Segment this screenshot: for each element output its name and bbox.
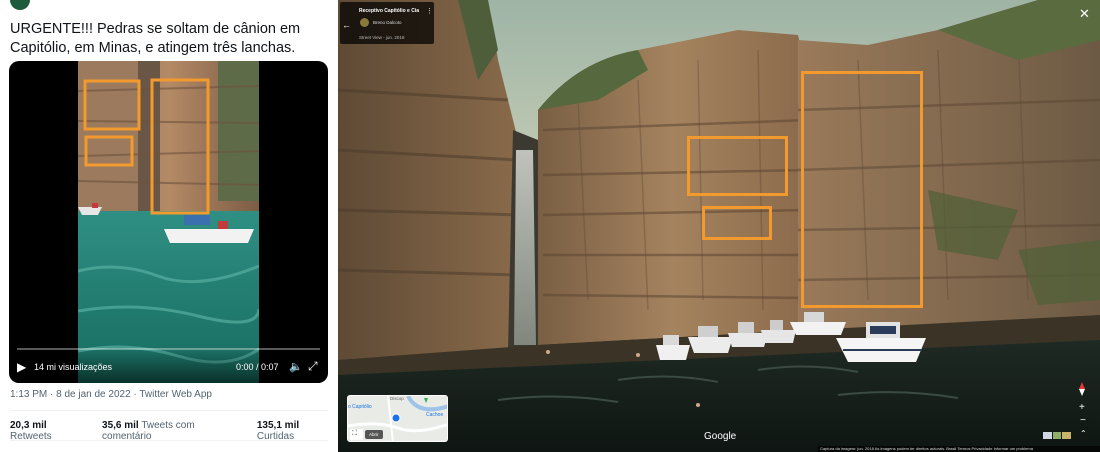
layer-thumb[interactable] (1062, 432, 1072, 439)
annotation-box (687, 136, 788, 196)
quote-stat[interactable]: 35,6 mil Tweets com comentário (102, 420, 245, 442)
collapse-icon[interactable]: ⌃ (1080, 429, 1087, 438)
annotation-box (702, 206, 772, 240)
divider (10, 440, 328, 441)
tweet-panel: URGENTE!!! Pedras se soltam de cânion em… (0, 0, 338, 452)
minimap-expand-label[interactable]: Abrir (369, 432, 379, 437)
video-views: 14 mi visualizações (34, 362, 113, 372)
minimap[interactable]: Discop o Capitólio Cachoe ⛶ Abrir (347, 395, 448, 442)
menu-dots-icon[interactable]: ⋮ (426, 7, 433, 15)
google-logo: Google (704, 431, 737, 442)
author-avatar (360, 18, 369, 27)
capture-date: Street View - jun. 2018 (359, 35, 405, 40)
minimap-graphic (348, 396, 447, 441)
back-arrow-icon[interactable]: ← (342, 20, 351, 30)
play-icon[interactable]: ▶ (17, 360, 26, 374)
divider (10, 410, 328, 411)
video-canyon-scene (78, 61, 259, 383)
tweet-timestamp[interactable]: 1:13 PM · 8 de jan de 2022 · Twitter Web… (10, 389, 212, 400)
tweet-stats: 20,3 mil Retweets 35,6 mil Tweets com co… (10, 420, 338, 442)
video-time: 0:00 / 0:07 (236, 362, 279, 372)
annotation-box (801, 71, 923, 308)
video-player[interactable]: ▶ 14 mi visualizações 0:00 / 0:07 🔈 ⤢ (9, 61, 328, 383)
close-icon[interactable]: ✕ (1079, 6, 1090, 22)
minimap-label: Cachoe (426, 412, 444, 418)
video-progress-bar[interactable] (17, 348, 320, 350)
volume-icon[interactable]: 🔈 (289, 360, 303, 373)
layer-thumb[interactable] (1052, 432, 1062, 439)
retweet-stat[interactable]: 20,3 mil Retweets (10, 420, 90, 442)
layer-thumbnails[interactable] (1043, 432, 1072, 439)
expand-icon[interactable]: ⛶ (352, 430, 357, 438)
layer-thumb[interactable] (1043, 432, 1052, 439)
tweet-text: URGENTE!!! Pedras se soltam de cânion em… (10, 21, 301, 56)
zoom-in-icon[interactable]: + (1079, 402, 1085, 413)
video-frame (78, 61, 259, 383)
minimap-label: o Capitólio (348, 404, 372, 410)
compass-icon[interactable] (1076, 382, 1088, 396)
avatar[interactable] (10, 0, 30, 10)
like-stat[interactable]: 135,1 mil Curtidas (257, 420, 338, 442)
place-info-card[interactable]: ← Receptivo Capitólio e Cia ⋮ Breno Dalc… (340, 2, 434, 44)
minimap-label: Discop (390, 396, 404, 401)
attribution-footer: Captura da imagem: jun. 2018 As imagens … (818, 446, 1100, 452)
author-name[interactable]: Breno Dalcoto (373, 20, 402, 25)
fullscreen-icon[interactable]: ⤢ (308, 359, 318, 374)
street-view-panel[interactable]: ← Receptivo Capitólio e Cia ⋮ Breno Dalc… (338, 0, 1100, 452)
place-title[interactable]: Receptivo Capitólio e Cia (359, 8, 419, 14)
zoom-out-icon[interactable]: − (1080, 415, 1086, 426)
